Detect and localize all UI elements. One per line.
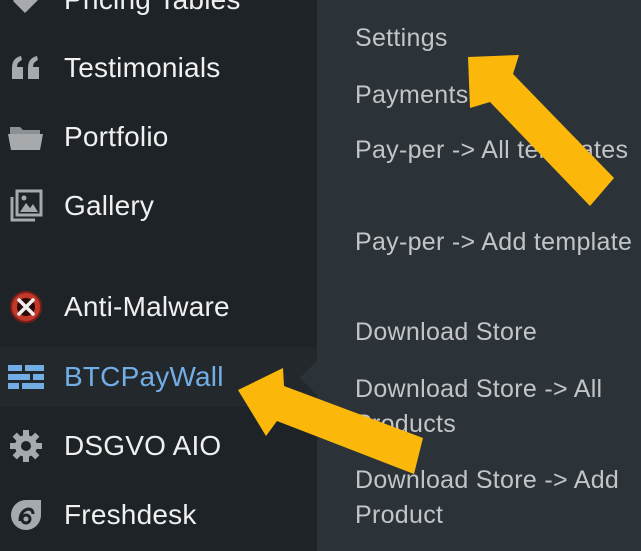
submenu-item-pay-per-all-templates[interactable]: Pay-per -> All templates [355, 133, 635, 168]
tag-icon [6, 0, 46, 20]
folder-icon [6, 117, 46, 157]
menu-label: BTCPayWall [64, 361, 224, 392]
menu-label: Portfolio [64, 121, 169, 152]
menu-item-pricing-tables[interactable]: Pricing Tables [0, 0, 317, 30]
menu-item-anti-malware[interactable]: Anti-Malware [0, 277, 317, 337]
menu-item-testimonials[interactable]: Testimonials [0, 38, 317, 98]
submenu-item-pay-per-add-template[interactable]: Pay-per -> Add template [355, 225, 635, 260]
menu-label: Testimonials [64, 52, 221, 83]
btcpaywall-icon [6, 357, 46, 397]
submenu-item-download-store-all-products[interactable]: Download Store -> All Products [355, 372, 635, 442]
menu-item-dsgvo-aio[interactable]: DSGVO AIO [0, 416, 317, 476]
submenu-item-download-store-add-product[interactable]: Download Store -> Add Product [355, 463, 635, 533]
btcpaywall-submenu: Settings Payments Pay-per -> All templat… [317, 0, 641, 551]
submenu-item-download-store[interactable]: Download Store [355, 315, 635, 350]
menu-item-gallery[interactable]: Gallery [0, 176, 317, 236]
gallery-icon [6, 186, 46, 226]
menu-label: Pricing Tables [64, 0, 241, 16]
menu-label: DSGVO AIO [64, 430, 222, 461]
menu-item-btcpaywall[interactable]: BTCPayWall [0, 347, 317, 407]
menu-label: Gallery [64, 190, 155, 221]
menu-label: Freshdesk [64, 499, 197, 530]
submenu-item-settings[interactable]: Settings [355, 21, 635, 56]
menu-item-freshdesk[interactable]: Freshdesk [0, 485, 317, 545]
gear-icon [6, 426, 46, 466]
admin-sidebar: Pricing Tables Testimonials Portfolio [0, 0, 317, 551]
menu-item-portfolio[interactable]: Portfolio [0, 107, 317, 167]
submenu-pointer [300, 360, 318, 396]
anti-malware-icon [6, 287, 46, 327]
submenu-item-payments[interactable]: Payments [355, 78, 635, 113]
freshdesk-icon [6, 495, 46, 535]
quote-icon [6, 48, 46, 88]
menu-label: Anti-Malware [64, 291, 230, 322]
